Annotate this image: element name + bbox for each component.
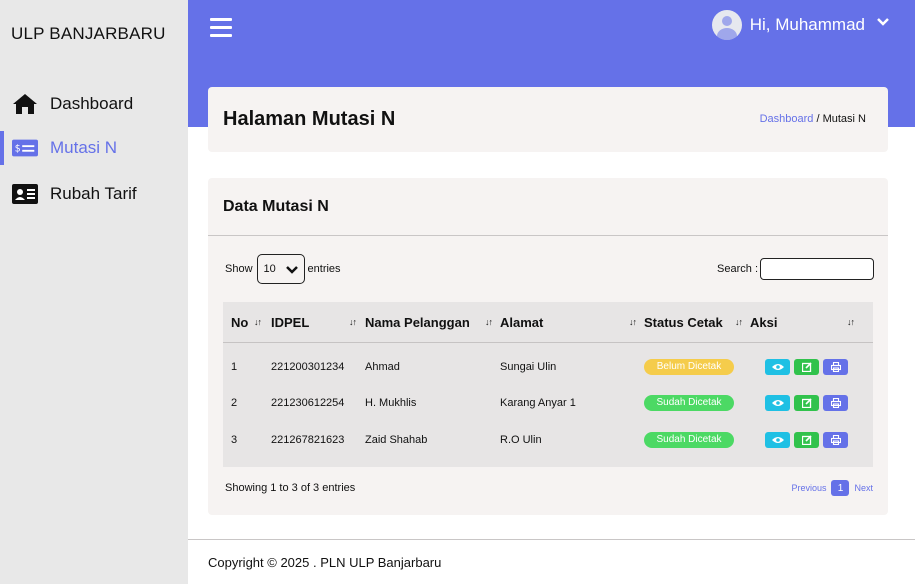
breadcrumb-link-dashboard[interactable]: Dashboard (760, 113, 814, 125)
sidebar: ULP BANJARBARU Dashboard $ Mutasi N Ruba… (0, 0, 188, 584)
pagination-next[interactable]: Next (854, 483, 873, 493)
entries-select[interactable]: 10 (256, 254, 305, 284)
pagination-previous[interactable]: Previous (791, 483, 826, 493)
sidebar-item-rubah-tarif[interactable]: Rubah Tarif (0, 177, 188, 211)
sort-icon[interactable]: ↓↑ (629, 317, 637, 327)
cell-alamat: Karang Anyar 1 (500, 397, 576, 409)
card-title: Data Mutasi N (223, 198, 329, 215)
edit-icon (801, 435, 812, 445)
cell-nama: Zaid Shahab (365, 434, 428, 446)
status-badge: Sudah Dicetak (644, 432, 734, 448)
entries-label: entries (307, 263, 341, 275)
user-menu[interactable]: Hi, Muhammad (711, 10, 889, 40)
print-button[interactable] (823, 432, 848, 448)
sort-icon[interactable]: ↓↑ (847, 317, 855, 327)
column-header-status-cetak[interactable]: Status Cetak (644, 315, 723, 330)
edit-button[interactable] (794, 395, 819, 411)
active-indicator (0, 131, 4, 165)
cell-no: 3 (231, 434, 238, 446)
breadcrumb-current: Mutasi N (822, 113, 866, 125)
sort-icon[interactable]: ↓↑ (735, 317, 743, 327)
cell-idpel: 221200301234 (271, 361, 345, 373)
user-avatar-icon (711, 10, 742, 40)
footer-copyright: Copyright © 2025 . PLN ULP Banjarbaru (208, 555, 442, 570)
data-card: Data Mutasi N Show 10 entries Search : N… (208, 178, 888, 515)
column-header-aksi[interactable]: Aksi (750, 315, 777, 330)
column-header-nama-pelanggan[interactable]: Nama Pelanggan (365, 315, 470, 330)
divider (208, 235, 888, 236)
brand-title: ULP BANJARBARU (11, 24, 166, 43)
search-input[interactable] (760, 258, 874, 280)
page-header-card: Halaman Mutasi N Dashboard / Mutasi N (208, 87, 888, 152)
print-button[interactable] (823, 359, 848, 375)
table-header: No ↓↑ IDPEL ↓↑ Nama Pelanggan ↓↑ Alamat … (223, 302, 873, 343)
edit-icon (801, 398, 812, 408)
status-badge: Belum Dicetak (644, 359, 734, 375)
table-info: Showing 1 to 3 of 3 entries (225, 482, 356, 494)
printer-icon (830, 398, 841, 408)
edit-button[interactable] (794, 359, 819, 375)
printer-icon (830, 435, 841, 445)
cell-alamat: R.O Ulin (500, 434, 542, 446)
sidebar-item-mutasi-n[interactable]: $ Mutasi N (0, 131, 188, 165)
home-icon (12, 93, 38, 115)
cell-nama: Ahmad (365, 361, 400, 373)
cell-idpel: 221267821623 (271, 434, 345, 446)
data-table: No ↓↑ IDPEL ↓↑ Nama Pelanggan ↓↑ Alamat … (223, 302, 873, 467)
svg-text:$: $ (15, 144, 21, 155)
edit-button[interactable] (794, 432, 819, 448)
print-button[interactable] (823, 395, 848, 411)
money-bill-icon: $ (12, 137, 38, 159)
entries-select-value: 10 (263, 263, 276, 275)
id-card-icon (12, 183, 38, 205)
sort-icon[interactable]: ↓↑ (349, 317, 357, 327)
sort-icon[interactable]: ↓↑ (485, 317, 493, 327)
cell-idpel: 221230612254 (271, 397, 345, 409)
cell-alamat: Sungai Ulin (500, 361, 557, 373)
eye-icon (771, 400, 784, 406)
show-label: Show (225, 263, 253, 275)
column-header-alamat[interactable]: Alamat (500, 315, 543, 330)
status-badge: Sudah Dicetak (644, 395, 734, 411)
breadcrumb-separator: / (813, 113, 823, 125)
printer-icon (830, 362, 841, 372)
search-label: Search : (717, 263, 758, 275)
sidebar-item-label: Mutasi N (50, 138, 118, 157)
sidebar-item-dashboard[interactable]: Dashboard (0, 87, 188, 121)
search-control: Search : (717, 258, 874, 280)
footer-divider (188, 539, 915, 540)
pagination-page-1[interactable]: 1 (831, 480, 850, 496)
hamburger-icon[interactable] (210, 18, 232, 38)
column-header-no[interactable]: No (231, 315, 248, 330)
chevron-down-icon (285, 266, 298, 274)
page-title: Halaman Mutasi N (223, 108, 396, 130)
pagination: Previous 1 Next (791, 480, 873, 496)
breadcrumb: Dashboard / Mutasi N (760, 113, 866, 125)
chevron-down-icon (877, 18, 889, 26)
view-button[interactable] (765, 395, 790, 411)
eye-icon (771, 437, 784, 443)
view-button[interactable] (765, 432, 790, 448)
sort-icon[interactable]: ↓↑ (254, 317, 262, 327)
sidebar-item-label: Rubah Tarif (50, 184, 137, 203)
view-button[interactable] (765, 359, 790, 375)
entries-length-control: Show 10 entries (225, 254, 341, 284)
cell-nama: H. Mukhlis (365, 397, 417, 409)
eye-icon (771, 364, 784, 370)
edit-icon (801, 362, 812, 372)
cell-no: 2 (231, 397, 238, 409)
sidebar-item-label: Dashboard (50, 94, 134, 113)
column-header-idpel[interactable]: IDPEL (271, 315, 309, 330)
user-greeting: Hi, Muhammad (749, 15, 865, 34)
cell-no: 1 (231, 361, 238, 373)
